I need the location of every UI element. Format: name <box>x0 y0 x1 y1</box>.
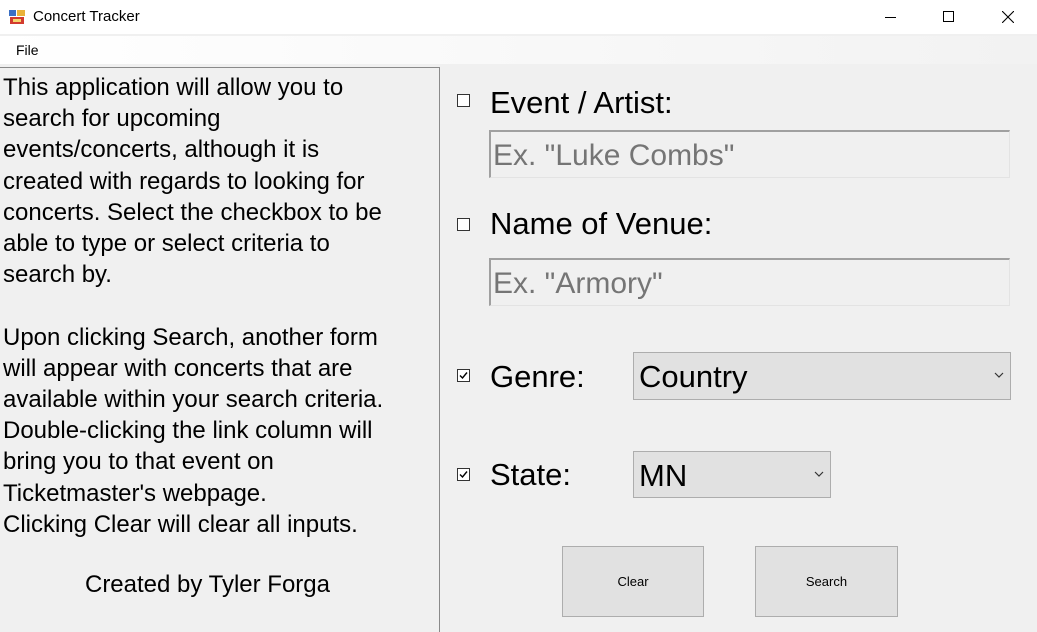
event-input[interactable] <box>489 130 1010 178</box>
minimize-button[interactable] <box>862 0 920 34</box>
state-checkbox[interactable] <box>457 468 470 481</box>
venue-input[interactable] <box>489 258 1010 306</box>
genre-checkbox[interactable] <box>457 369 470 382</box>
check-icon <box>459 471 468 479</box>
event-checkbox[interactable] <box>457 94 470 107</box>
close-button[interactable] <box>979 0 1037 34</box>
menu-bar: File <box>0 36 1037 64</box>
venue-checkbox[interactable] <box>457 218 470 231</box>
genre-selected-value: Country <box>639 359 748 394</box>
close-icon <box>1002 11 1014 23</box>
venue-label: Name of Venue: <box>490 206 713 241</box>
minimize-icon <box>885 17 896 18</box>
app-icon <box>9 10 25 24</box>
maximize-button[interactable] <box>920 0 978 34</box>
info-panel: This application will allow you to searc… <box>0 67 440 632</box>
state-label: State: <box>490 457 571 492</box>
maximize-icon <box>943 11 954 22</box>
state-selected-value: MN <box>639 458 688 493</box>
credit-label: Created by Tyler Forga <box>84 571 330 598</box>
search-button[interactable]: Search <box>755 546 898 617</box>
title-bar: Concert Tracker <box>0 0 1037 34</box>
genre-dropdown[interactable]: Country <box>633 352 1011 400</box>
window-title: Concert Tracker <box>33 8 140 25</box>
check-icon <box>459 372 468 380</box>
state-dropdown[interactable]: MN <box>633 451 831 498</box>
clear-button[interactable]: Clear <box>562 546 704 617</box>
info-description: This application will allow you to searc… <box>3 74 384 538</box>
menu-file[interactable]: File <box>8 39 47 61</box>
chevron-down-icon <box>814 471 824 477</box>
genre-label: Genre: <box>490 359 585 394</box>
event-label: Event / Artist: <box>490 85 673 120</box>
chevron-down-icon <box>994 372 1004 378</box>
